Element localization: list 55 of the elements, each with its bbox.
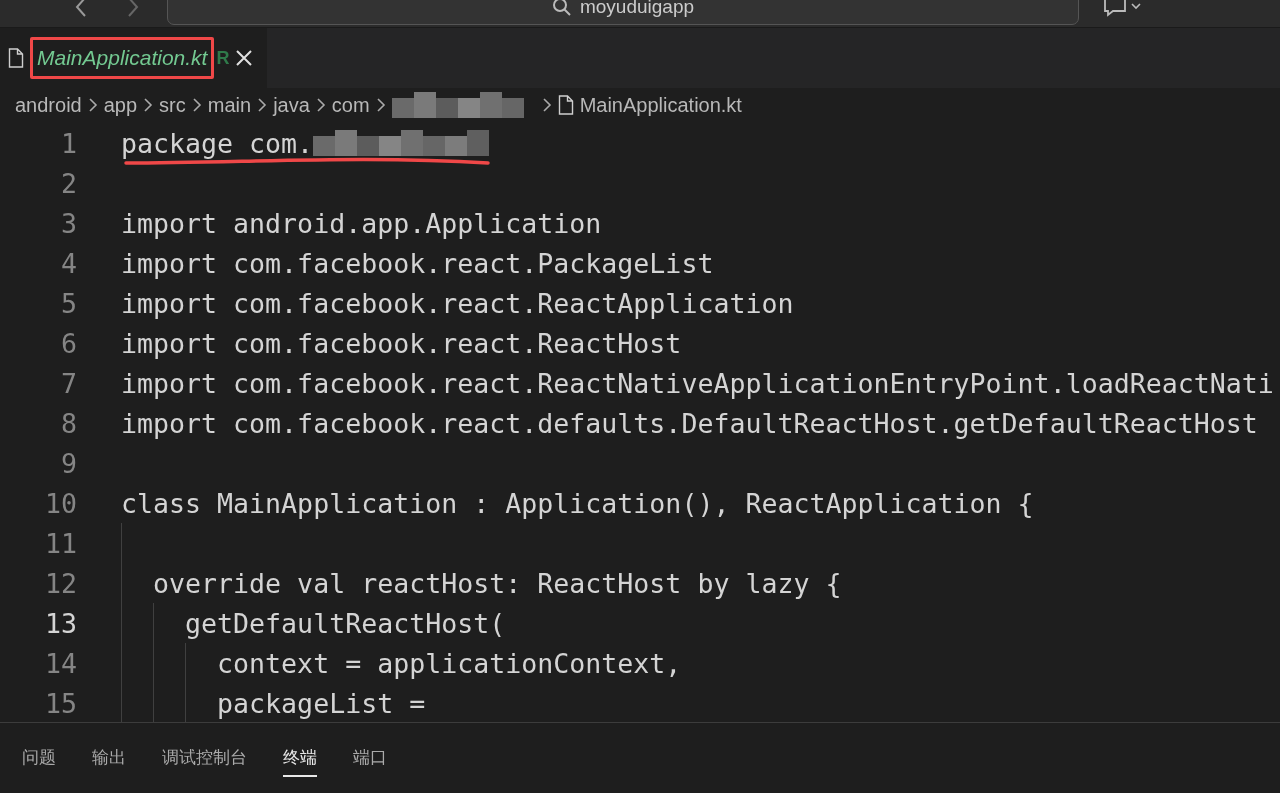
breadcrumb-item[interactable]: app xyxy=(103,93,138,117)
line-number: 5 xyxy=(60,287,77,319)
breadcrumb-item[interactable]: MainApplication.kt xyxy=(579,93,742,117)
line-number: 13 xyxy=(43,607,77,639)
line-number: 7 xyxy=(60,367,77,399)
code-line: import com.facebook.react.ReactNativeApplicationEntryPoint.loadReactNati xyxy=(121,367,1274,399)
panel-tab[interactable]: 问题 xyxy=(22,739,56,777)
chevron-icon xyxy=(87,97,98,113)
line-number: 9 xyxy=(60,447,77,479)
line-number: 8 xyxy=(60,407,77,439)
breadcrumb-item[interactable]: src xyxy=(159,93,186,117)
line-number: 2 xyxy=(60,167,77,199)
code-line: packageList = xyxy=(216,687,426,719)
panel-tab[interactable]: 终端 xyxy=(283,739,317,777)
search-icon xyxy=(551,0,572,17)
chevron-icon xyxy=(257,97,268,113)
forward-icon[interactable] xyxy=(126,0,140,18)
panel-tab[interactable]: 调试控制台 xyxy=(162,739,247,777)
chat-icon[interactable] xyxy=(1103,0,1143,19)
chevron-icon xyxy=(143,97,154,113)
git-status-mark: R xyxy=(216,47,230,69)
chevron-icon xyxy=(375,97,386,113)
breadcrumb-item[interactable]: com xyxy=(331,93,370,117)
breadcrumb-item[interactable]: java xyxy=(273,93,310,117)
line-number: 14 xyxy=(43,647,77,679)
code-line: import com.facebook.react.defaults.DefaultReactHost.getDefaultReactHost xyxy=(121,407,1258,439)
line-number: 1 xyxy=(60,127,77,159)
line-number: 10 xyxy=(43,487,77,519)
panel-tab[interactable]: 输出 xyxy=(92,739,126,777)
file-icon xyxy=(8,48,24,68)
code-line: override val reactHost: ReactHost by lazy { xyxy=(152,567,842,599)
code-line: getDefaultReactHost( xyxy=(184,607,506,639)
line-number: 6 xyxy=(60,327,77,359)
code-line: context = applicationContext, xyxy=(216,647,682,679)
command-search-field[interactable]: moyuduigapp xyxy=(167,0,1079,25)
code-line: package com. xyxy=(121,127,314,159)
line-number: 4 xyxy=(60,247,77,279)
close-icon[interactable] xyxy=(235,49,254,67)
line-number: 15 xyxy=(43,687,77,719)
code-line: import android.app.Application xyxy=(121,207,602,239)
back-icon[interactable] xyxy=(74,0,88,18)
chevron-icon xyxy=(191,97,202,113)
code-line: import com.facebook.react.ReactApplication xyxy=(121,287,794,319)
breadcrumb-item[interactable]: android xyxy=(15,93,82,117)
line-number: 3 xyxy=(60,207,77,239)
chevron-icon xyxy=(541,97,552,113)
line-number: 11 xyxy=(43,527,77,559)
panel-tab[interactable]: 端口 xyxy=(353,739,387,777)
chevron-icon xyxy=(315,97,326,113)
editor-tab[interactable]: MainApplication.kt R xyxy=(0,28,268,88)
code-line: class MainApplication : Application(), ReactApplication { xyxy=(121,487,1034,519)
line-number: 12 xyxy=(43,567,77,599)
breadcrumb-item[interactable]: main xyxy=(207,93,252,117)
code-line: import com.facebook.react.PackageList xyxy=(121,247,714,279)
code-line: import com.facebook.react.ReactHost xyxy=(121,327,682,359)
